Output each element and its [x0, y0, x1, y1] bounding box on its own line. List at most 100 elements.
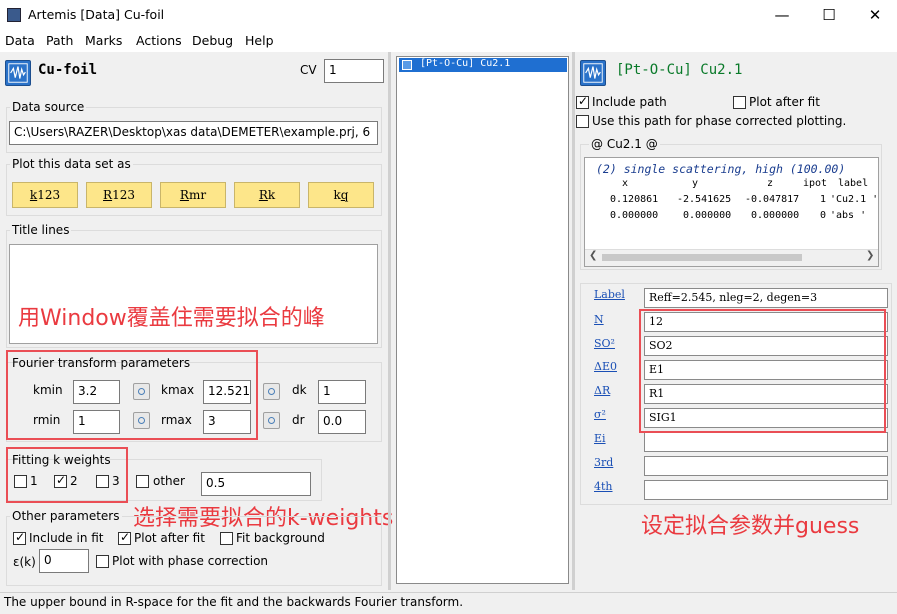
phase-corrected-checkbox[interactable]	[576, 115, 589, 128]
path-plot-after-fit-checkbox[interactable]	[733, 96, 746, 109]
path-plot-after-fit-label: Plot after fit	[749, 95, 820, 109]
param-4th-input[interactable]	[644, 480, 888, 500]
annotation-set-params: 设定拟合参数并guess	[641, 514, 860, 539]
path-item-checkbox-icon[interactable]	[402, 60, 412, 70]
feff-col-y: y	[692, 178, 699, 189]
kmax-pick-button[interactable]	[263, 383, 280, 400]
param-label-input[interactable]: Reff=2.545, nleg=2, degen=3	[644, 288, 888, 308]
feff-header: @ Cu2.1 @	[589, 137, 660, 151]
dr-input[interactable]: 0.0	[318, 410, 366, 434]
kmax-input[interactable]: 12.521	[203, 380, 251, 404]
feff-col-ipot: ipot	[803, 178, 828, 189]
feff-row-2-y: 0.000000	[683, 210, 732, 221]
param-s02-label[interactable]: SO²	[594, 337, 615, 350]
epsilon-label: ε(k)	[13, 555, 36, 569]
param-n-label[interactable]: N	[594, 313, 604, 326]
param-3rd-label[interactable]: 3rd	[594, 456, 613, 469]
plot-r123-button[interactable]: R123	[86, 182, 152, 208]
maximize-button[interactable]: ☐	[806, 0, 852, 30]
kmin-label: kmin	[33, 383, 63, 397]
feff-row-2-z: 0.000000	[751, 210, 800, 221]
window-title: Artemis [Data] Cu-foil	[28, 7, 165, 22]
path-wave-icon[interactable]	[580, 60, 606, 86]
include-in-fit-checkbox[interactable]	[13, 530, 26, 545]
plot-rk-button[interactable]: Rk	[234, 182, 300, 208]
close-button[interactable]: ✕	[852, 0, 897, 30]
plot-after-fit-checkbox[interactable]	[118, 530, 131, 545]
fit-background-label: Fit background	[236, 531, 325, 545]
right-divider	[572, 52, 575, 590]
kweight-2-checkbox[interactable]	[54, 473, 67, 488]
plot-phase-label: Plot with phase correction	[112, 554, 269, 568]
include-path-checkbox[interactable]	[576, 94, 589, 109]
param-sigma2-label[interactable]: σ²	[594, 408, 606, 421]
kweight-1-checkbox[interactable]	[14, 475, 27, 488]
kweight-3-checkbox[interactable]	[96, 475, 109, 488]
kweight-3-label: 3	[112, 474, 120, 488]
status-text: The upper bound in R-space for the fit a…	[4, 595, 464, 609]
data-wave-icon[interactable]	[5, 60, 31, 86]
param-4th-label[interactable]: 4th	[594, 480, 613, 493]
param-e0-label[interactable]: ΔE0	[594, 360, 617, 373]
menu-actions[interactable]: Actions	[136, 33, 182, 48]
rmax-pick-button[interactable]	[263, 412, 280, 429]
kmin-pick-button[interactable]	[133, 383, 150, 400]
cv-input[interactable]: 1	[324, 59, 384, 83]
feff-col-z: z	[767, 178, 774, 189]
params-highlight-box	[639, 309, 886, 433]
rmin-pick-button[interactable]	[133, 412, 150, 429]
rmin-input[interactable]: 1	[73, 410, 120, 434]
feff-col-x: x	[622, 178, 629, 189]
phase-corrected-label: Use this path for phase corrected plotti…	[592, 114, 847, 128]
param-ei-input[interactable]	[644, 432, 888, 452]
param-3rd-input[interactable]	[644, 456, 888, 476]
menu-debug[interactable]: Debug	[192, 33, 233, 48]
rmin-label: rmin	[33, 413, 61, 427]
feff-row-1-z: -0.047817	[745, 194, 800, 205]
data-source-path[interactable]: C:\Users\RAZER\Desktop\xas data\DEMETER\…	[9, 121, 378, 145]
menu-marks[interactable]: Marks	[85, 33, 122, 48]
feff-col-label: label	[838, 178, 869, 189]
scroll-left-icon[interactable]: ❮	[589, 250, 597, 261]
kweights-label: Fitting k weights	[12, 453, 111, 467]
minimize-button[interactable]: —	[759, 0, 805, 30]
plot-phase-checkbox[interactable]	[96, 555, 109, 568]
title-lines-label: Title lines	[10, 223, 72, 237]
cv-label: CV	[300, 63, 317, 77]
fourier-label: Fourier transform parameters	[12, 356, 191, 370]
kweight-other-checkbox[interactable]	[136, 475, 149, 488]
feff-scroll-thumb[interactable]	[602, 254, 802, 261]
param-ei-label[interactable]: Ei	[594, 432, 606, 445]
feff-row-2-x: 0.000000	[610, 210, 659, 221]
annotation-window-cover: 用Window覆盖住需要拟合的峰	[18, 306, 325, 331]
path-list-item-label[interactable]: [Pt-O-Cu] Cu2.1	[420, 58, 510, 69]
menu-bar	[0, 30, 897, 52]
kweight-other-input[interactable]: 0.5	[201, 472, 311, 496]
dk-label: dk	[292, 383, 307, 397]
plot-kq-button[interactable]: kq	[308, 182, 374, 208]
param-label-label[interactable]: Label	[594, 288, 625, 301]
plot-rmr-button[interactable]: Rmr	[160, 182, 226, 208]
path-list[interactable]	[396, 56, 569, 584]
epsilon-input[interactable]: 0	[39, 549, 89, 573]
feff-row-2-ipot: 0	[820, 210, 827, 221]
menu-data[interactable]: Data	[5, 33, 35, 48]
param-dr-label[interactable]: ΔR	[594, 384, 610, 397]
feff-row-1-ipot: 1	[820, 194, 827, 205]
data-name-label: Cu-foil	[38, 62, 98, 78]
app-icon	[7, 8, 21, 22]
menu-help[interactable]: Help	[245, 33, 274, 48]
rmax-label: rmax	[161, 413, 192, 427]
kweight-1-label: 1	[30, 474, 38, 488]
plot-label: Plot this data set as	[10, 157, 133, 171]
kmin-input[interactable]: 3.2	[73, 380, 120, 404]
kmax-label: kmax	[161, 383, 195, 397]
plot-k123-button[interactable]: k123	[12, 182, 78, 208]
menu-path[interactable]: Path	[46, 33, 73, 48]
rmax-input[interactable]: 3	[203, 410, 251, 434]
fit-background-checkbox[interactable]	[220, 532, 233, 545]
feff-row-1-y: -2.541625	[677, 194, 732, 205]
dk-input[interactable]: 1	[318, 380, 366, 404]
scroll-right-icon[interactable]: ❯	[866, 250, 874, 261]
kweight-2-label: 2	[70, 474, 78, 488]
